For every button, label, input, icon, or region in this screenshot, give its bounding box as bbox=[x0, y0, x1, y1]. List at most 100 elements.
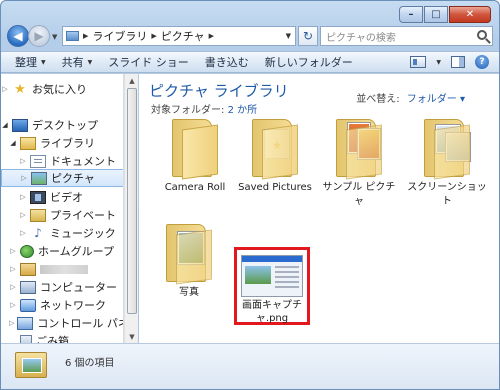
folder-item[interactable]: ★ Saved Pictures bbox=[235, 119, 315, 195]
library-title: ピクチャ ライブラリ bbox=[149, 82, 289, 100]
minimize-button[interactable]: – bbox=[399, 6, 423, 23]
nav-label: コントロール パネル bbox=[37, 317, 123, 330]
expand-arrow-icon[interactable]: ▷ bbox=[19, 211, 27, 219]
scroll-thumb[interactable] bbox=[127, 88, 137, 314]
star-icon: ★ bbox=[14, 81, 26, 97]
includes-label: 対象フォルダー: bbox=[151, 105, 228, 116]
search-icon bbox=[477, 30, 487, 40]
burn-label: 書き込む bbox=[204, 56, 249, 69]
breadcrumb-pictures[interactable]: ピクチャ bbox=[161, 28, 205, 44]
music-icon: ♪ bbox=[34, 225, 42, 240]
scroll-up-icon[interactable]: ▲ bbox=[126, 75, 138, 87]
folder-icon bbox=[172, 119, 218, 180]
item-count: 6 個の項目 bbox=[65, 358, 115, 369]
change-view-icon[interactable] bbox=[410, 56, 427, 68]
nav-label: お気に入り bbox=[32, 83, 87, 96]
navigation-pane: ▷ ★ お気に入り ◢ デスクトップ ◢ ライブラリ ▷ ドキュメント ▷ ピク… bbox=[1, 74, 124, 344]
nav-item-music[interactable]: ▷ ♪ ミュージック bbox=[1, 224, 123, 242]
nav-label: ホームグループ bbox=[38, 245, 115, 258]
share-button[interactable]: 共有 ▼ bbox=[62, 54, 93, 70]
expand-arrow-icon[interactable]: ▷ bbox=[9, 301, 17, 309]
new-folder-label: 新しいフォルダー bbox=[264, 56, 353, 69]
nav-item-control-panel[interactable]: ▷ コントロール パネル bbox=[1, 314, 123, 332]
item-label: スクリーンショット bbox=[407, 182, 487, 207]
expand-arrow-icon[interactable]: ▷ bbox=[1, 85, 9, 93]
library-icon bbox=[66, 31, 79, 41]
address-row: ◀ ▶ ▼ ▶ ライブラリ ▶ ピクチャ ▶ ▼ ↻ ピクチャの検索 bbox=[7, 25, 493, 47]
folder-item[interactable]: Camera Roll bbox=[155, 119, 235, 195]
expand-arrow-icon[interactable]: ▷ bbox=[9, 319, 14, 327]
new-folder-button[interactable]: 新しいフォルダー bbox=[265, 54, 353, 70]
folder-icon bbox=[166, 224, 212, 285]
expand-arrow-icon[interactable]: ▷ bbox=[9, 247, 17, 255]
nav-label: ライブラリ bbox=[40, 137, 95, 150]
forward-button[interactable]: ▶ bbox=[28, 25, 50, 47]
nav-item-desktop[interactable]: ◢ デスクトップ bbox=[1, 116, 123, 134]
arrange-by-dropdown[interactable]: フォルダー ▾ bbox=[407, 94, 465, 105]
breadcrumb-libraries[interactable]: ライブラリ bbox=[92, 28, 147, 44]
refresh-button[interactable]: ↻ bbox=[298, 26, 318, 46]
breadcrumb-separator-icon[interactable]: ▶ bbox=[151, 32, 156, 40]
preview-pane-icon[interactable] bbox=[451, 56, 465, 68]
collapse-arrow-icon[interactable]: ◢ bbox=[9, 139, 17, 147]
pictures-library-icon bbox=[15, 352, 47, 378]
command-bar: 整理 ▼ 共有 ▼ スライド ショー 書き込む 新しいフォルダー ▼ ? bbox=[1, 51, 499, 73]
slideshow-button[interactable]: スライド ショー bbox=[108, 54, 189, 70]
chevron-down-icon: ▼ bbox=[41, 58, 46, 66]
help-icon[interactable]: ? bbox=[475, 55, 489, 69]
folder-item[interactable]: スクリーンショット bbox=[407, 119, 487, 209]
breadcrumb-separator-icon[interactable]: ▶ bbox=[83, 32, 88, 40]
folder-item[interactable]: 写真 bbox=[149, 224, 229, 300]
expand-arrow-icon[interactable]: ▷ bbox=[9, 283, 17, 291]
nav-label: ネットワーク bbox=[40, 299, 106, 312]
back-button[interactable]: ◀ bbox=[7, 25, 29, 47]
control-panel-icon bbox=[17, 316, 34, 330]
address-dropdown-icon[interactable]: ▼ bbox=[286, 32, 291, 40]
nav-item-user[interactable]: ▷ bbox=[1, 260, 123, 278]
expand-arrow-icon[interactable]: ▷ bbox=[9, 265, 17, 273]
nav-item-libraries[interactable]: ◢ ライブラリ bbox=[1, 134, 123, 152]
nav-item-network[interactable]: ▷ ネットワーク bbox=[1, 296, 123, 314]
explorer-window: – □ ✕ ◀ ▶ ▼ ▶ ライブラリ ▶ ピクチャ ▶ ▼ ↻ ピクチャの検索… bbox=[0, 0, 500, 390]
nav-label: ピクチャ bbox=[51, 172, 95, 185]
library-icon bbox=[20, 136, 36, 150]
organize-button[interactable]: 整理 ▼ bbox=[15, 54, 46, 70]
breadcrumb-separator-icon[interactable]: ▶ bbox=[209, 32, 214, 40]
nav-item-private[interactable]: ▷ プライベート bbox=[1, 206, 123, 224]
folder-icon: ★ bbox=[252, 119, 298, 180]
share-label: 共有 bbox=[61, 56, 84, 69]
expand-arrow-icon[interactable]: ▷ bbox=[19, 157, 27, 165]
nav-item-computer[interactable]: ▷ コンピューター bbox=[1, 278, 123, 296]
search-input[interactable]: ピクチャの検索 bbox=[320, 26, 493, 46]
scroll-down-icon[interactable]: ▼ bbox=[126, 331, 138, 343]
maximize-button[interactable]: □ bbox=[424, 6, 448, 23]
expand-arrow-icon[interactable]: ▷ bbox=[19, 229, 27, 237]
recent-pages-dropdown[interactable]: ▼ bbox=[52, 33, 57, 41]
burn-button[interactable]: 書き込む bbox=[205, 54, 249, 70]
organize-label: 整理 bbox=[15, 56, 37, 69]
address-bar[interactable]: ▶ ライブラリ ▶ ピクチャ ▶ ▼ bbox=[62, 26, 296, 46]
collapse-arrow-icon[interactable]: ◢ bbox=[1, 121, 9, 129]
navigation-scrollbar[interactable]: ▲ ▼ bbox=[124, 74, 138, 344]
selected-file-item[interactable]: 画面キャプチャ.png bbox=[234, 247, 310, 325]
nav-item-videos[interactable]: ▷ ビデオ bbox=[1, 188, 123, 206]
nav-label: ミュージック bbox=[50, 227, 116, 240]
nav-label: プライベート bbox=[50, 209, 116, 222]
includes-locations-link[interactable]: 2 か所 bbox=[228, 105, 258, 116]
nav-item-pictures[interactable]: ▷ ピクチャ bbox=[1, 169, 123, 187]
nav-item-homegroup[interactable]: ▷ ホームグループ bbox=[1, 242, 123, 260]
close-button[interactable]: ✕ bbox=[449, 6, 491, 23]
homegroup-icon bbox=[20, 244, 34, 258]
video-icon bbox=[30, 190, 46, 204]
details-pane: 6 個の項目 bbox=[1, 343, 499, 389]
folder-item[interactable]: サンプル ピクチャ bbox=[319, 119, 399, 209]
nav-item-favorites[interactable]: ▷ ★ お気に入り bbox=[1, 80, 123, 98]
expand-arrow-icon[interactable]: ▷ bbox=[19, 193, 27, 201]
chevron-down-icon[interactable]: ▼ bbox=[436, 59, 441, 66]
item-label: Camera Roll bbox=[164, 182, 226, 193]
redacted-username bbox=[40, 264, 88, 274]
folder-icon bbox=[336, 119, 382, 180]
expand-arrow-icon[interactable]: ▷ bbox=[20, 174, 28, 182]
arrange-label: 並べ替え: bbox=[356, 94, 400, 105]
nav-item-documents[interactable]: ▷ ドキュメント bbox=[1, 152, 123, 170]
